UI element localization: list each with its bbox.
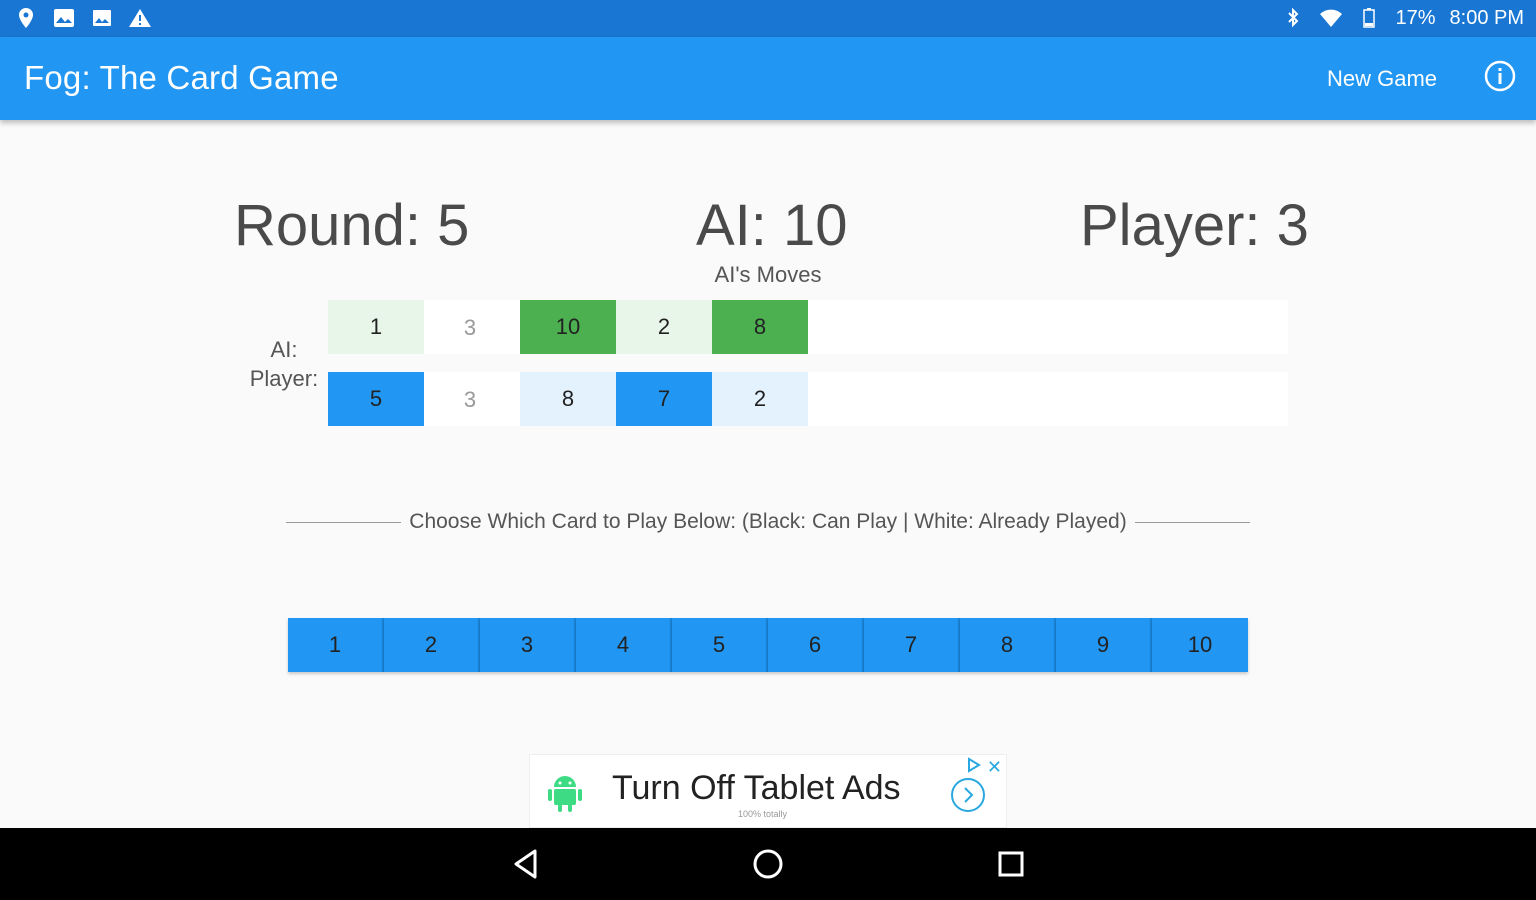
status-bar: 17% 8:00 PM: [0, 0, 1536, 37]
battery-percent: 17%: [1395, 6, 1436, 29]
hand-card-7[interactable]: 7: [864, 618, 960, 672]
clock: 8:00 PM: [1449, 6, 1524, 29]
hand-card-10[interactable]: 10: [1152, 618, 1248, 672]
wifi-icon: [1319, 6, 1343, 30]
android-icon: [546, 773, 584, 818]
moves-label: AI's Moves: [714, 262, 822, 287]
back-button[interactable]: [504, 844, 548, 888]
player-round-marker: 3: [463, 387, 477, 412]
ad-banner[interactable]: Turn Off Tablet Ads 100% totally ✕: [529, 754, 1007, 828]
card-hand: 1 2 3 4 5 6 7 8 9 10: [288, 618, 1248, 672]
hand-card-4[interactable]: 4: [576, 618, 672, 672]
ai-round-marker: 3: [463, 315, 477, 340]
info-icon: [1483, 59, 1517, 98]
round-counter: Round: 5: [234, 193, 470, 258]
warning-icon: [128, 6, 152, 30]
home-button[interactable]: [746, 844, 790, 888]
navigation-bar: [0, 828, 1536, 900]
ai-move-card: 2: [616, 300, 712, 354]
close-icon[interactable]: ✕: [987, 757, 1002, 778]
back-icon: [511, 848, 541, 885]
new-game-button[interactable]: New Game: [1300, 37, 1464, 120]
ai-move-card: 1: [328, 300, 424, 354]
ad-headline: Turn Off Tablet Ads: [612, 769, 901, 807]
app-title: Fog: The Card Game: [24, 59, 339, 96]
image-icon: [90, 6, 114, 30]
chevron-right-icon[interactable]: [948, 775, 988, 820]
status-bar-right: 17% 8:00 PM: [1281, 6, 1524, 30]
info-button[interactable]: [1468, 37, 1532, 120]
location-icon: [14, 6, 38, 30]
divider-right: [1134, 521, 1250, 523]
battery-icon: [1357, 6, 1381, 30]
ai-row-label: AI:: [270, 337, 298, 362]
app-bar: Fog: The Card Game New Game: [0, 37, 1536, 120]
status-bar-left-icons: [14, 6, 152, 30]
ai-score: AI: 10: [696, 193, 848, 258]
recents-icon: [997, 850, 1025, 883]
player-move-card: 7: [616, 372, 712, 426]
player-move-card: 5: [328, 372, 424, 426]
hand-card-5[interactable]: 5: [672, 618, 768, 672]
hand-card-9[interactable]: 9: [1056, 618, 1152, 672]
ai-move-card: 8: [712, 300, 808, 354]
home-icon: [751, 847, 785, 886]
ad-fineprint: 100% totally: [738, 809, 788, 819]
gallery-icon: [52, 6, 76, 30]
hand-card-6[interactable]: 6: [768, 618, 864, 672]
hand-card-3[interactable]: 3: [480, 618, 576, 672]
hand-card-8[interactable]: 8: [960, 618, 1056, 672]
instruction-text: Choose Which Card to Play Below: (Black:…: [409, 510, 1127, 533]
bluetooth-icon: [1281, 6, 1305, 30]
recents-button[interactable]: [989, 844, 1033, 888]
player-move-card: 8: [520, 372, 616, 426]
divider-left: [286, 521, 402, 523]
hand-card-1[interactable]: 1: [288, 618, 384, 672]
play-instruction: Choose Which Card to Play Below: (Black:…: [286, 507, 1250, 537]
player-row-label: Player:: [249, 366, 319, 391]
player-score: Player: 3: [1080, 193, 1309, 258]
ai-move-card: 10: [520, 300, 616, 354]
hand-card-2[interactable]: 2: [384, 618, 480, 672]
player-move-card: 2: [712, 372, 808, 426]
